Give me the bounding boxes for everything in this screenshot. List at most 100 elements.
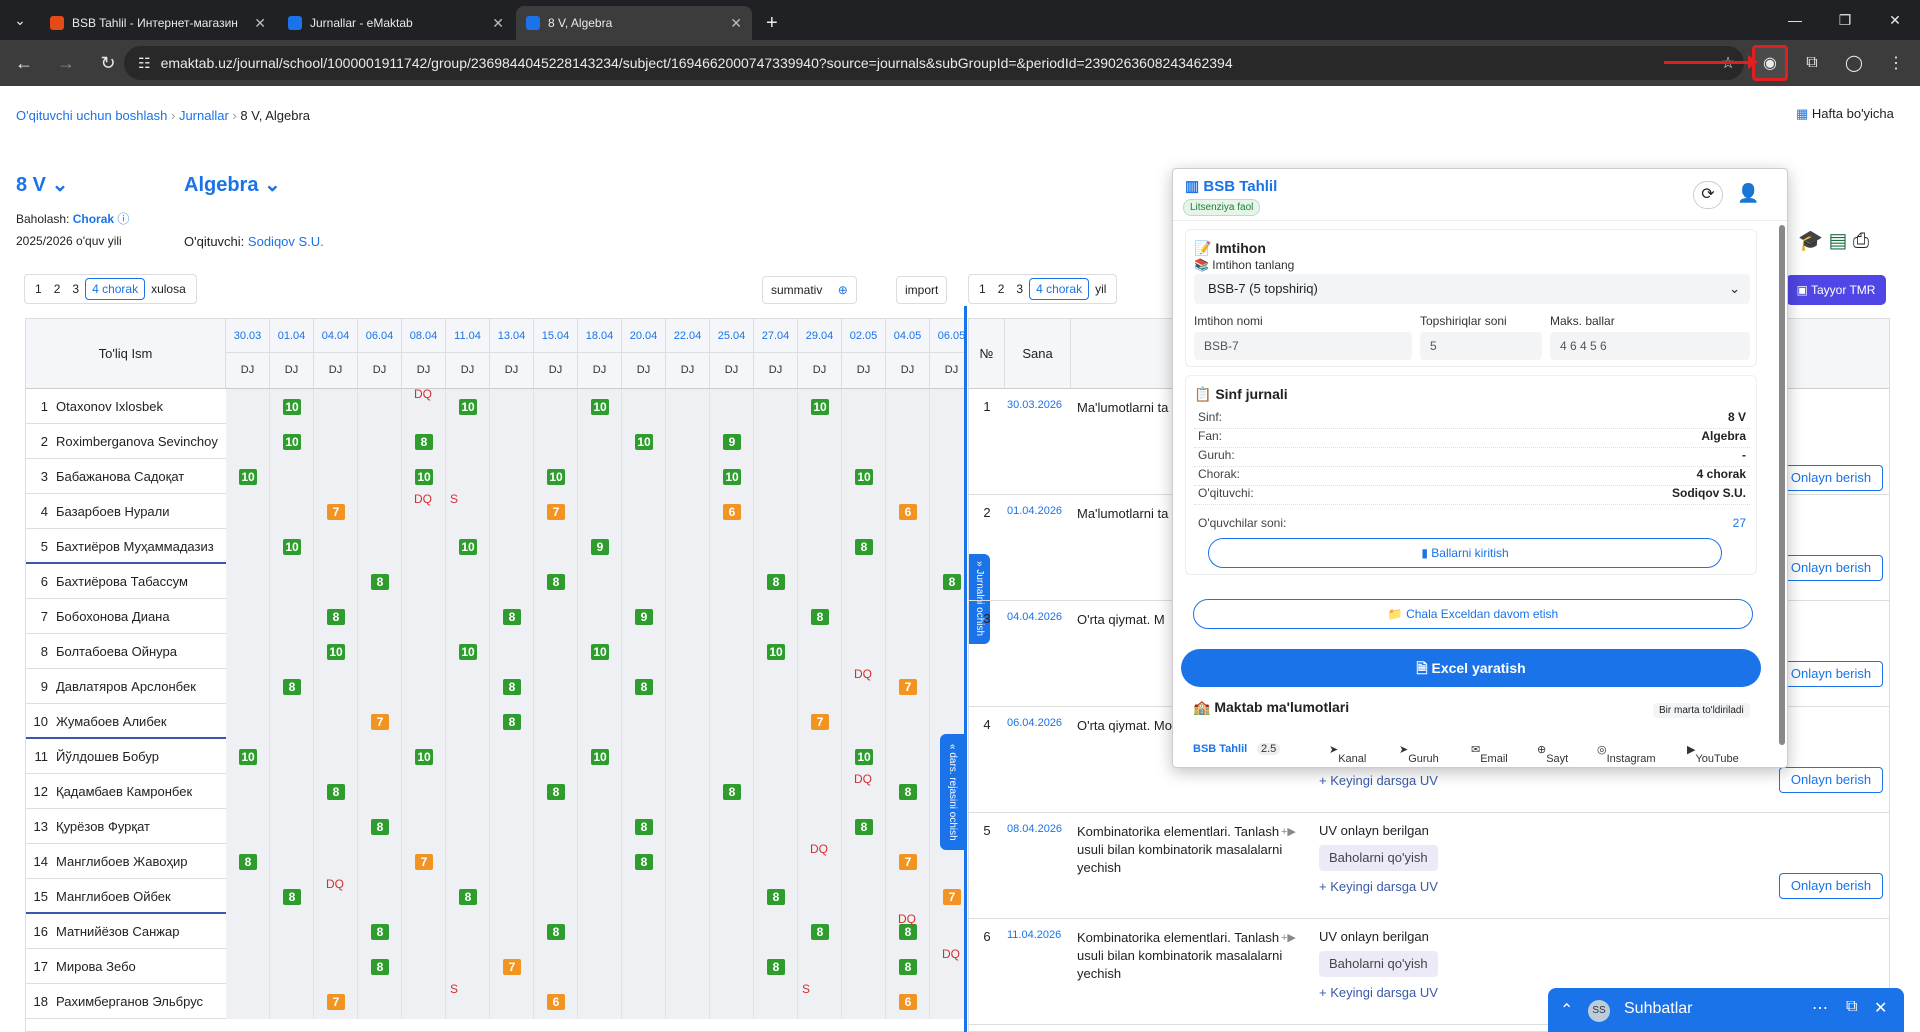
tab-period-1[interactable]: 1 (29, 279, 48, 299)
chevron-up-icon[interactable]: ⌃ (1560, 1000, 1573, 1020)
grade-cell[interactable] (710, 599, 754, 634)
grade-cell[interactable] (226, 809, 270, 844)
grade-cell[interactable] (578, 809, 622, 844)
video-camera-icon[interactable]: +▶ (1281, 931, 1296, 944)
breadcrumb-item[interactable]: Jurnallar (179, 108, 229, 123)
grade-cell[interactable] (622, 914, 666, 949)
tab-summary[interactable]: xulosa (145, 279, 192, 299)
grade-cell[interactable] (534, 809, 578, 844)
grade-cell[interactable] (402, 669, 446, 704)
grade-cell[interactable] (666, 774, 710, 809)
tab-period-4[interactable]: 4 chorak (1029, 278, 1090, 300)
grade-cell[interactable] (402, 984, 446, 1019)
grade-cell[interactable] (578, 984, 622, 1019)
student-name[interactable]: Roximberganova Sevinchoy (56, 424, 226, 459)
summativ-button[interactable]: summativ ⊕ (762, 276, 857, 304)
grade-cell[interactable] (930, 424, 964, 459)
grade-cell[interactable] (886, 739, 930, 774)
grade-cell[interactable] (446, 844, 490, 879)
student-name[interactable]: Қадамбаев Камронбек (56, 774, 226, 809)
online-give-button[interactable]: Onlayn berish (1779, 465, 1883, 491)
grade-cell[interactable] (886, 599, 930, 634)
grade-cell[interactable]: 10 (578, 634, 622, 669)
grade-cell[interactable] (798, 564, 842, 599)
grade-cell[interactable]: 8 (754, 564, 798, 599)
date-column-header[interactable]: 20.04 DJ (622, 319, 666, 389)
grade-cell[interactable] (358, 774, 402, 809)
grade-cell[interactable] (490, 529, 534, 564)
tayyor-tmr-button[interactable]: ▣ Tayyor TMR (1786, 275, 1886, 305)
grade-cell[interactable]: 10 (446, 634, 490, 669)
grade-cell[interactable] (842, 914, 886, 949)
grade-cell[interactable] (358, 984, 402, 1019)
grade-cell[interactable] (446, 564, 490, 599)
grade-cell[interactable] (842, 949, 886, 984)
grade-cell[interactable]: 8 (886, 774, 930, 809)
grade-cell[interactable] (226, 879, 270, 914)
grade-cell[interactable]: 8 (314, 774, 358, 809)
grade-cell[interactable]: 10 (270, 529, 314, 564)
grade-cell[interactable] (754, 844, 798, 879)
grade-cell[interactable] (710, 529, 754, 564)
grade-cell[interactable] (754, 774, 798, 809)
student-name[interactable]: Бахтиёров Муҳаммадазиз (56, 529, 226, 564)
grade-cell[interactable] (226, 424, 270, 459)
grade-cell[interactable]: 10 (402, 459, 446, 494)
grade-cell[interactable] (314, 844, 358, 879)
grade-cell[interactable] (842, 424, 886, 459)
grade-cell[interactable] (842, 494, 886, 529)
student-name[interactable]: Болтабоева Ойнура (56, 634, 226, 669)
tab-period-2[interactable]: 2 (48, 279, 67, 299)
site-info-icon[interactable]: ☷ (138, 55, 151, 72)
grade-cell[interactable] (578, 914, 622, 949)
grade-cell[interactable] (270, 494, 314, 529)
grade-cell[interactable] (226, 914, 270, 949)
student-name[interactable]: Бобохонова Диана (56, 599, 226, 634)
back-icon[interactable]: ← (6, 45, 42, 81)
grade-cell[interactable]: 10 (710, 459, 754, 494)
student-name[interactable]: Базарбоев Нурали (56, 494, 226, 529)
grade-cell[interactable] (666, 809, 710, 844)
grade-cell[interactable] (226, 774, 270, 809)
grade-cell[interactable]: 10 (578, 389, 622, 424)
grade-cell[interactable] (446, 599, 490, 634)
grade-cell[interactable] (930, 984, 964, 1019)
student-name[interactable]: Манглибоев Жавоҳир (56, 844, 226, 879)
telegram-channel-link[interactable]: ➤ Kanal (1329, 743, 1366, 765)
grade-cell[interactable]: 9 (710, 424, 754, 459)
grade-cell[interactable] (578, 704, 622, 739)
grade-cell[interactable] (578, 669, 622, 704)
grade-cell[interactable] (314, 914, 358, 949)
grade-cell[interactable] (446, 809, 490, 844)
grade-cell[interactable]: 8 (358, 809, 402, 844)
grade-cell[interactable] (754, 914, 798, 949)
grade-cell[interactable] (226, 564, 270, 599)
school-info-section[interactable]: 🏫 Maktab ma'lumotlari (1193, 699, 1349, 716)
grade-cell[interactable]: 8 (754, 879, 798, 914)
grade-cell[interactable] (886, 564, 930, 599)
close-icon[interactable]: ✕ (730, 15, 742, 32)
grade-cell[interactable] (226, 634, 270, 669)
grade-cell[interactable] (886, 459, 930, 494)
add-icon[interactable]: ⊕ (838, 283, 848, 297)
grade-cell[interactable] (666, 914, 710, 949)
grade-cell[interactable] (578, 564, 622, 599)
grade-cell[interactable] (226, 599, 270, 634)
grade-cell[interactable]: 8 (226, 844, 270, 879)
grade-cell[interactable]: 10 (534, 459, 578, 494)
grade-cell[interactable] (578, 949, 622, 984)
grade-cell[interactable] (666, 529, 710, 564)
grade-cell[interactable] (358, 739, 402, 774)
grade-cell[interactable]: 8 (534, 914, 578, 949)
grade-cell[interactable] (666, 704, 710, 739)
grade-cell[interactable] (534, 389, 578, 424)
grade-cell[interactable] (270, 634, 314, 669)
grade-cell[interactable] (842, 984, 886, 1019)
grade-cell[interactable] (490, 389, 534, 424)
grade-cell[interactable]: 8 (754, 949, 798, 984)
grade-cell[interactable] (314, 529, 358, 564)
tab-search-icon[interactable]: ⌄ (0, 0, 40, 40)
grade-cell[interactable] (402, 564, 446, 599)
minimize-icon[interactable]: — (1770, 0, 1820, 40)
grade-cell[interactable] (446, 914, 490, 949)
